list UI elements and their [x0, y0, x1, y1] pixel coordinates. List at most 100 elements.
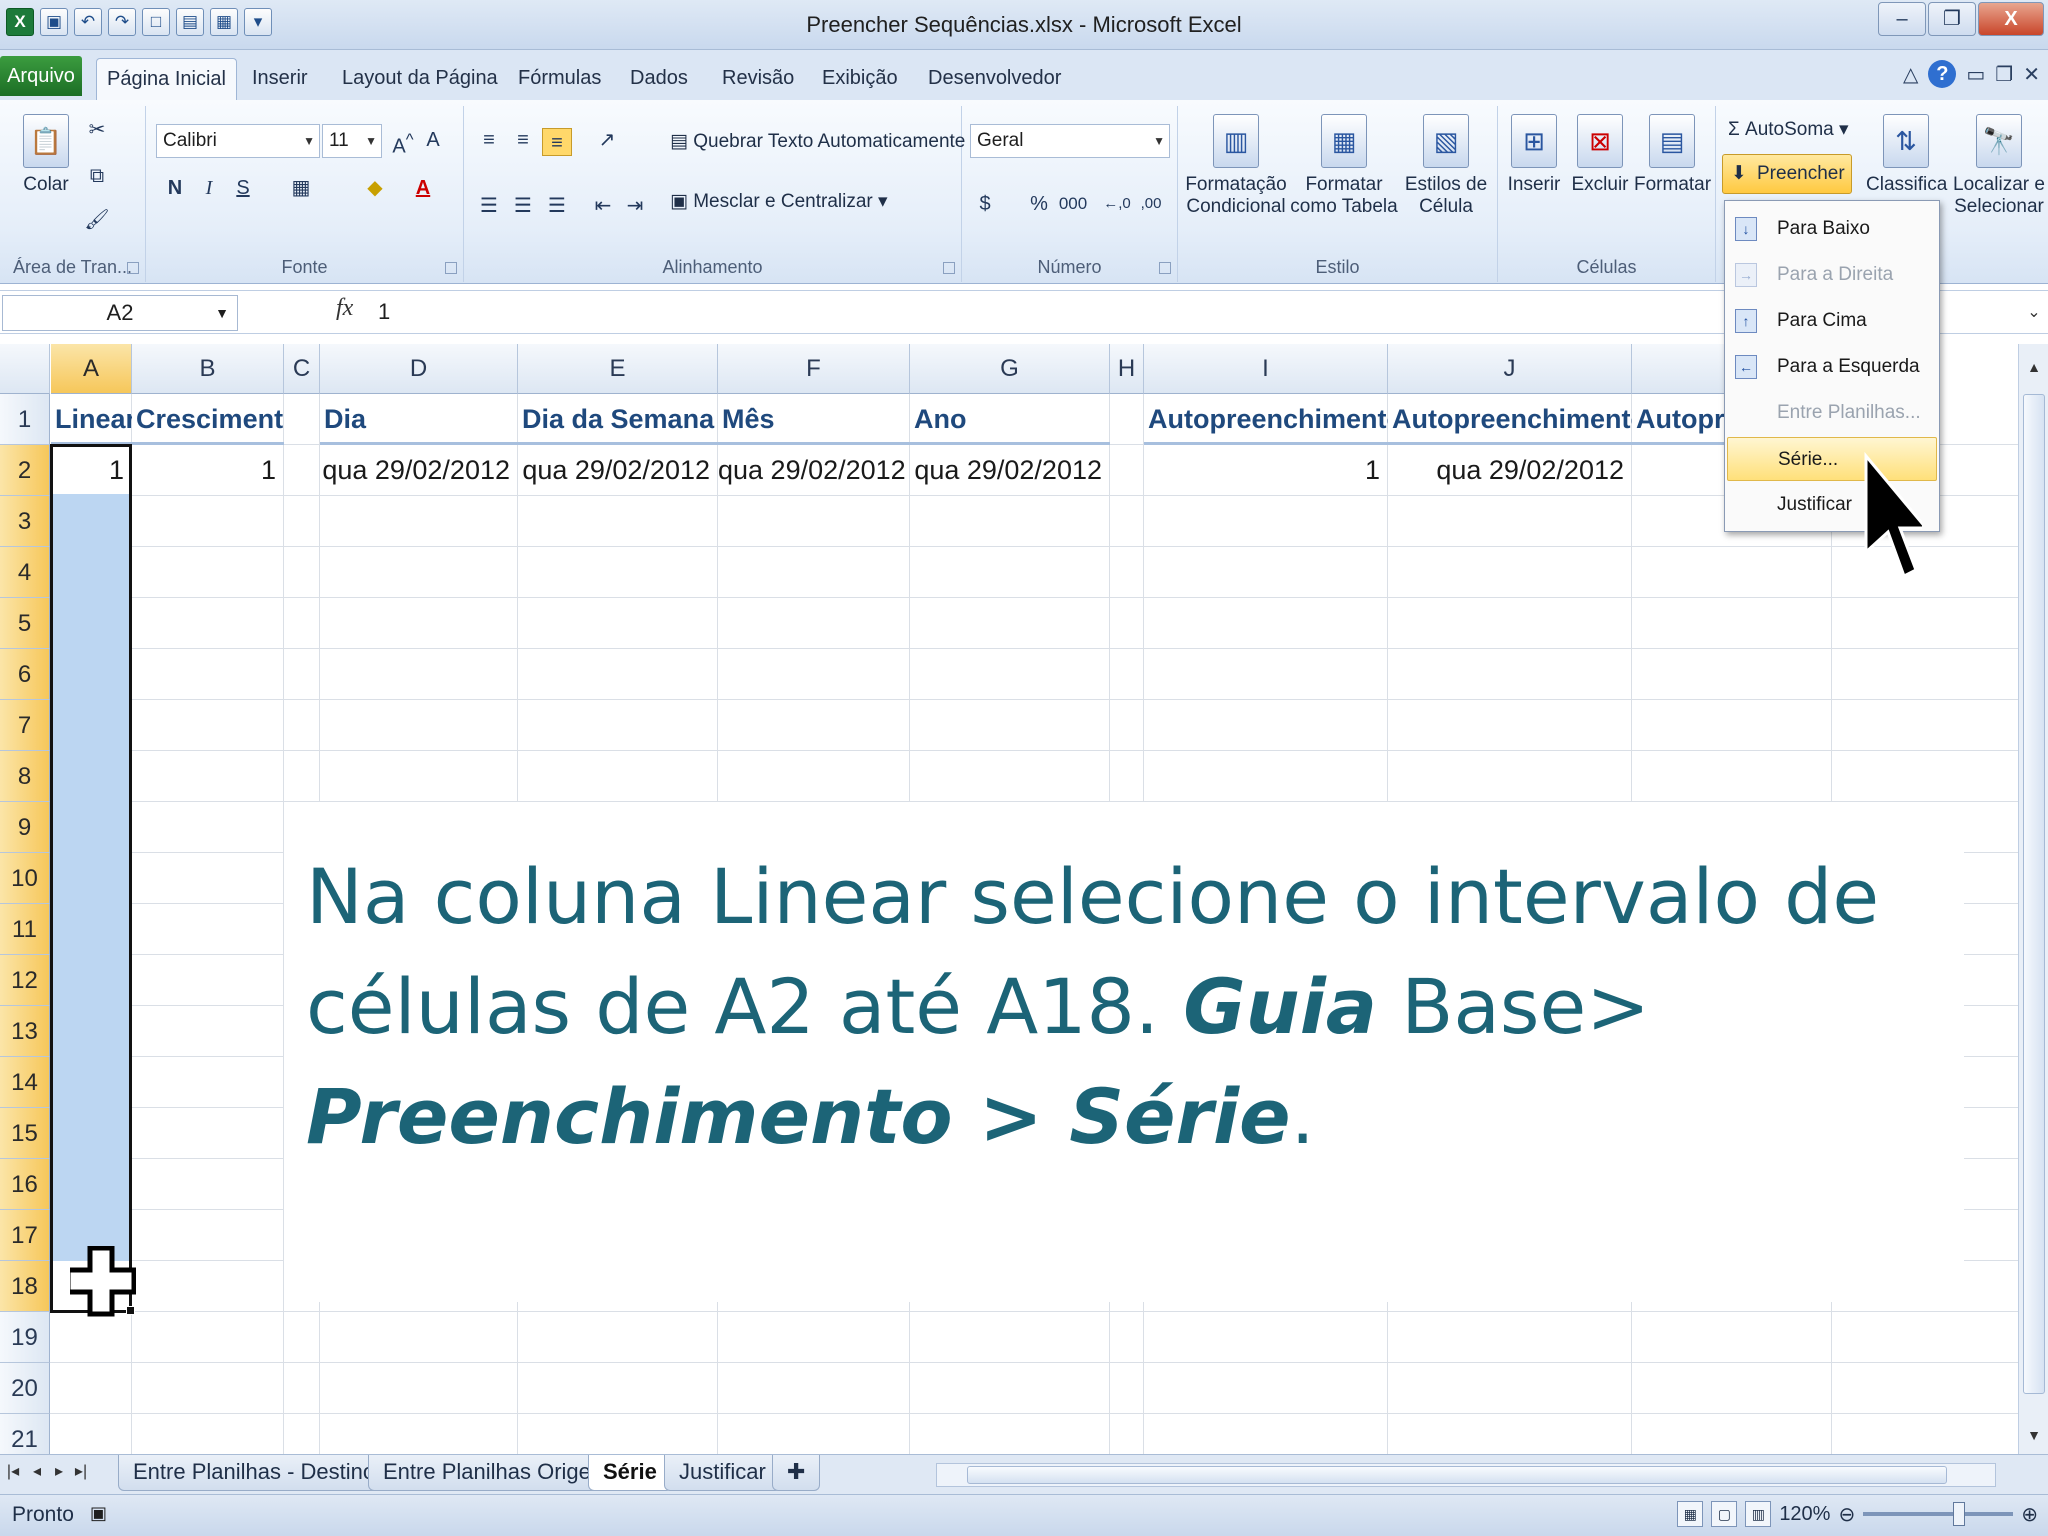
grow-font-icon[interactable]: A^	[388, 126, 418, 158]
cut-icon[interactable]: ✂	[82, 116, 112, 144]
row-header-10[interactable]: 10	[0, 853, 50, 904]
horizontal-scrollbar[interactable]	[936, 1463, 1996, 1487]
delete-cells-button[interactable]: ⊠ Excluir	[1568, 114, 1632, 196]
row-header-6[interactable]: 6	[0, 649, 50, 700]
column-header-a[interactable]: A	[51, 344, 132, 394]
first-sheet-icon[interactable]: |◂	[4, 1461, 22, 1481]
borders-icon[interactable]: ▦	[286, 174, 316, 202]
row-header-4[interactable]: 4	[0, 547, 50, 598]
doc-close-icon[interactable]: ✕	[2023, 62, 2040, 87]
tab-home[interactable]: Página Inicial	[96, 58, 237, 100]
cell-i1[interactable]: Autopreenchimento	[1144, 394, 1388, 445]
tab-formulas[interactable]: Fórmulas	[508, 58, 611, 100]
cell-e2[interactable]: qua 29/02/2012	[518, 445, 718, 496]
next-sheet-icon[interactable]: ▸	[50, 1461, 68, 1481]
format-cells-button[interactable]: ▤ Formatar	[1634, 114, 1711, 196]
menu-item-fill-left[interactable]: ← Para a Esquerda	[1727, 345, 1937, 389]
row-header-19[interactable]: 19	[0, 1312, 50, 1363]
percent-button[interactable]: %	[1024, 190, 1054, 218]
cell-g1[interactable]: Ano	[910, 394, 1110, 445]
cell-e1[interactable]: Dia da Semana	[518, 394, 718, 445]
cell-b2[interactable]: 1	[132, 445, 284, 496]
sheet-tab-entre-planilhas-origem[interactable]: Entre Planilhas Origem	[368, 1455, 625, 1491]
font-color-icon[interactable]: A	[408, 174, 438, 202]
column-header-e[interactable]: E	[518, 344, 718, 394]
row-header-3[interactable]: 3	[0, 496, 50, 547]
zoom-slider-knob[interactable]	[1953, 1502, 1966, 1526]
vertical-scrollbar[interactable]: ▲ ▼	[2018, 344, 2048, 1454]
row-header-15[interactable]: 15	[0, 1108, 50, 1159]
tab-review[interactable]: Revisão	[712, 58, 804, 100]
font-size-combo[interactable]: 11 ▼	[322, 124, 382, 158]
tab-developer[interactable]: Desenvolvedor	[918, 58, 1071, 100]
tab-view[interactable]: Exibição	[812, 58, 908, 100]
prev-sheet-icon[interactable]: ◂	[28, 1461, 46, 1481]
increase-indent-icon[interactable]: ⇥	[620, 192, 650, 220]
help-icon[interactable]: ?	[1928, 60, 1957, 88]
cell-d1[interactable]: Dia	[320, 394, 518, 445]
zoom-slider[interactable]	[1863, 1502, 2014, 1526]
italic-button[interactable]: I	[194, 174, 224, 202]
column-header-c[interactable]: C	[284, 344, 320, 394]
page-break-view-icon[interactable]: ▥	[1745, 1501, 1772, 1527]
format-painter-icon[interactable]: 🖌	[82, 206, 112, 234]
currency-icon[interactable]: $	[970, 190, 1000, 218]
column-header-d[interactable]: D	[320, 344, 518, 394]
copy-icon[interactable]: ⧉	[82, 162, 112, 190]
menu-item-fill-down[interactable]: ↓ Para Baixo	[1727, 207, 1937, 251]
normal-view-icon[interactable]: ▦	[1677, 1501, 1704, 1527]
row-header-12[interactable]: 12	[0, 955, 50, 1006]
row-header-9[interactable]: 9	[0, 802, 50, 853]
zoom-level[interactable]: 120%	[1779, 1503, 1830, 1526]
column-header-h[interactable]: H	[1110, 344, 1144, 394]
row-header-11[interactable]: 11	[0, 904, 50, 955]
align-bottom-icon[interactable]: ≡	[542, 128, 572, 156]
cell-d2[interactable]: qua 29/02/2012	[320, 445, 518, 496]
expand-formula-bar-icon[interactable]: ⌄	[2020, 295, 2048, 331]
row-header-8[interactable]: 8	[0, 751, 50, 802]
format-as-table-button[interactable]: ▦ Formatar como Tabela	[1290, 114, 1398, 218]
insert-cells-button[interactable]: ⊞ Inserir	[1502, 114, 1566, 196]
row-header-17[interactable]: 17	[0, 1210, 50, 1261]
row-header-20[interactable]: 20	[0, 1363, 50, 1414]
bold-button[interactable]: N	[160, 174, 190, 202]
align-top-icon[interactable]: ≡	[474, 126, 504, 154]
tab-insert[interactable]: Inserir	[242, 58, 318, 100]
sheet-tab-serie[interactable]: Série	[588, 1455, 672, 1491]
formula-input[interactable]: 1	[378, 295, 390, 329]
scroll-up-icon[interactable]: ▲	[2019, 352, 2048, 382]
scroll-thumb[interactable]	[967, 1466, 1947, 1484]
orientation-icon[interactable]: ↗	[592, 126, 622, 154]
find-select-button[interactable]: 🔭 Localizar e Selecionar	[1952, 114, 2046, 218]
underline-button[interactable]: S	[228, 174, 258, 202]
thousands-button[interactable]: 000	[1058, 190, 1088, 218]
doc-restore-icon[interactable]: ❐	[1995, 62, 2013, 87]
row-header-16[interactable]: 16	[0, 1159, 50, 1210]
insert-sheet-icon[interactable]: ✚	[772, 1455, 821, 1491]
select-all-corner[interactable]	[0, 344, 50, 394]
align-right-icon[interactable]: ☰	[542, 192, 572, 220]
merge-center-button[interactable]: ▣ Mesclar e Centralizar ▾	[670, 188, 888, 216]
fill-color-icon[interactable]: ◆	[360, 174, 390, 202]
scroll-down-icon[interactable]: ▼	[2019, 1420, 2048, 1450]
tab-data[interactable]: Dados	[620, 58, 698, 100]
sheet-tab-entre-planilhas-destino[interactable]: Entre Planilhas - Destino	[118, 1455, 391, 1491]
column-header-f[interactable]: F	[718, 344, 910, 394]
conditional-formatting-button[interactable]: ▥ Formatação Condicional	[1184, 114, 1288, 218]
close-button[interactable]: X	[1978, 2, 2044, 36]
minimize-button[interactable]: –	[1878, 2, 1926, 36]
cell-j1[interactable]: Autopreenchimento	[1388, 394, 1632, 445]
column-header-j[interactable]: J	[1388, 344, 1632, 394]
fill-button[interactable]: ⬇ Preencher ▾	[1722, 154, 1852, 222]
sheet-tab-justificar[interactable]: Justificar	[664, 1455, 781, 1491]
zoom-out-icon[interactable]: ⊖	[1838, 1502, 1855, 1527]
font-name-combo[interactable]: Calibri ▼	[156, 124, 320, 158]
cell-j2[interactable]: qua 29/02/2012	[1388, 445, 1632, 496]
scroll-thumb[interactable]	[2023, 394, 2045, 1394]
restore-button[interactable]: ❐	[1928, 2, 1976, 36]
page-layout-view-icon[interactable]: ▢	[1711, 1501, 1738, 1527]
increase-decimal-icon[interactable]: ←,0	[1102, 190, 1132, 218]
cell-i2[interactable]: 1	[1144, 445, 1388, 496]
tab-file[interactable]: Arquivo	[0, 56, 82, 96]
cell-a1[interactable]: Linear	[51, 394, 132, 445]
